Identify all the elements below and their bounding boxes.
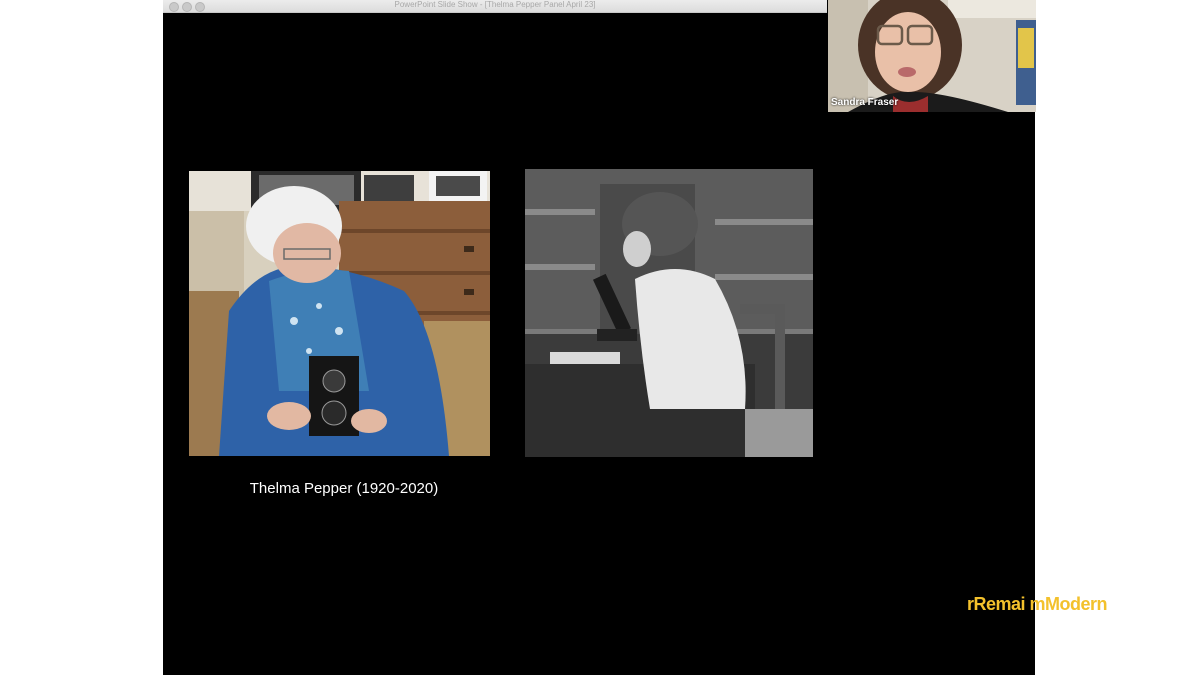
remai-modern-watermark-logo: rRemai mModern: [967, 594, 1108, 614]
slide-caption: Thelma Pepper (1920-2020): [249, 480, 439, 497]
photo-elderly-woman-with-camera: [189, 171, 490, 456]
photo-woman-at-microscope: [525, 169, 813, 457]
window-titlebar: PowerPoint Slide Show - [Thelma Pepper P…: [163, 0, 827, 13]
participant-name-label: Sandra Fraser: [831, 97, 899, 108]
window-title: PowerPoint Slide Show - [Thelma Pepper P…: [394, 0, 596, 9]
participant-video-tile[interactable]: Sandra Fraser: [828, 0, 1036, 112]
